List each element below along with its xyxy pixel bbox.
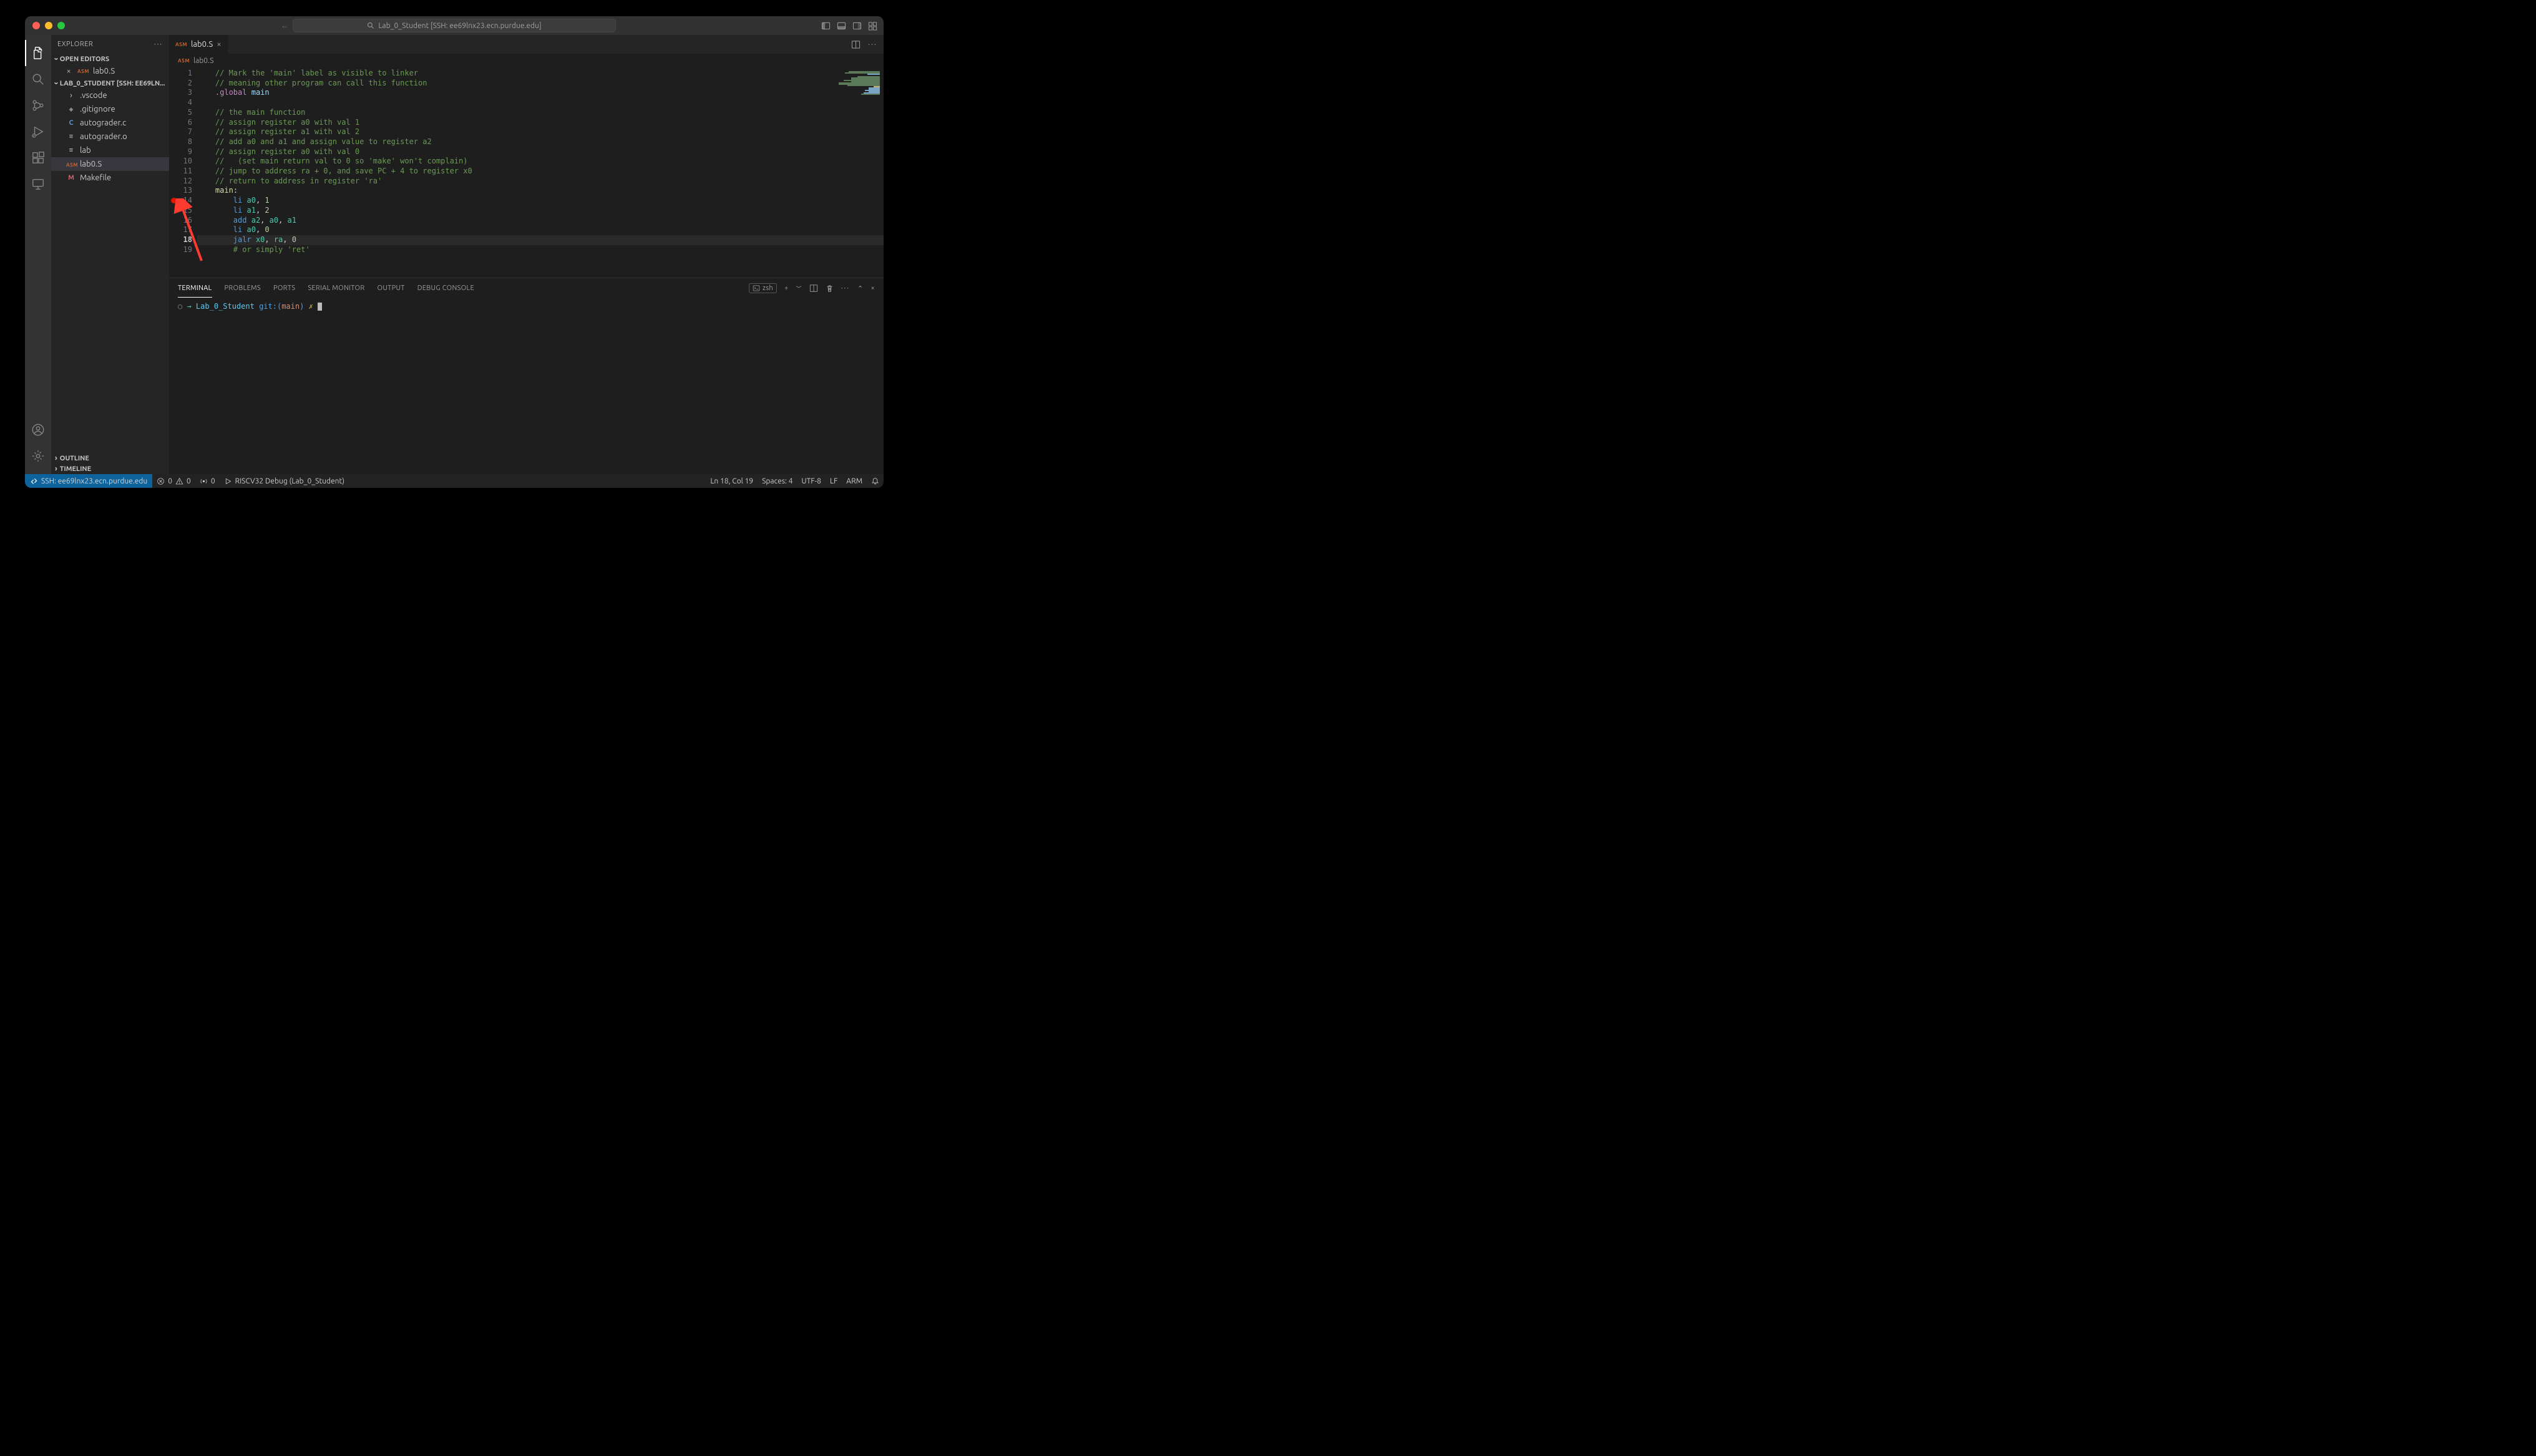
eol-status[interactable]: LF bbox=[826, 477, 842, 485]
error-icon bbox=[157, 477, 165, 485]
editor-area: ASM lab0.S × ··· ASM lab0.S 123456789101… bbox=[169, 35, 884, 474]
folder-icon: › bbox=[66, 91, 76, 100]
chevron-right-icon bbox=[55, 454, 57, 462]
file-tree-item[interactable]: MMakefile bbox=[51, 171, 169, 185]
kill-terminal-icon[interactable] bbox=[826, 284, 834, 293]
file-icon: M bbox=[66, 174, 76, 182]
asm-file-icon: ASM bbox=[175, 42, 187, 47]
close-panel-icon[interactable]: × bbox=[871, 284, 875, 292]
split-editor-icon[interactable] bbox=[851, 40, 861, 49]
file-icon: ≡ bbox=[66, 133, 76, 140]
settings-button[interactable] bbox=[25, 443, 51, 469]
file-tree-item[interactable]: ≡autograder.o bbox=[51, 130, 169, 143]
open-editors-section[interactable]: OPEN EDITORS bbox=[51, 54, 169, 64]
close-window-button[interactable] bbox=[32, 22, 40, 29]
debug-icon bbox=[224, 477, 232, 485]
source-control-view-button[interactable] bbox=[25, 92, 51, 119]
panel-tab-problems[interactable]: PROBLEMS bbox=[225, 279, 261, 297]
file-tree-item[interactable]: ≡lab bbox=[51, 143, 169, 157]
file-tree-item[interactable]: Cautograder.c bbox=[51, 116, 169, 130]
extensions-view-button[interactable] bbox=[25, 145, 51, 171]
ports-status[interactable]: 0 bbox=[195, 477, 220, 485]
editor-tabbar: ASM lab0.S × ··· bbox=[169, 35, 884, 54]
language-mode-status[interactable]: ARM bbox=[842, 477, 867, 485]
terminal-icon bbox=[753, 284, 760, 292]
panel-tabs: TERMINAL PROBLEMS PORTS SERIAL MONITOR OUTPU… bbox=[169, 278, 884, 298]
titlebar: ← → Lab_0_Student [SSH: ee69lnx23.ecn.pu… bbox=[25, 16, 884, 35]
sidebar-title: EXPLORER bbox=[57, 41, 93, 48]
chevron-down-icon bbox=[55, 79, 57, 87]
file-tree-item[interactable]: ›.vscode bbox=[51, 89, 169, 102]
sidebar-more-icon[interactable]: ··· bbox=[154, 41, 163, 48]
breadcrumb[interactable]: ASM lab0.S bbox=[169, 54, 884, 67]
command-center[interactable]: Lab_0_Student [SSH: ee69lnx23.ecn.purdue… bbox=[293, 19, 616, 32]
outline-section[interactable]: OUTLINE bbox=[51, 453, 169, 463]
warning-icon bbox=[175, 477, 183, 485]
explorer-view-button[interactable] bbox=[25, 40, 51, 66]
statusbar: SSH: ee69lnx23.ecn.purdue.edu 0 0 0 RISC… bbox=[25, 474, 884, 488]
encoding-status[interactable]: UTF-8 bbox=[797, 477, 825, 485]
asm-file-icon: ASM bbox=[77, 69, 89, 74]
folder-section[interactable]: LAB_0_STUDENT [SSH: EE69LN... bbox=[51, 78, 169, 89]
panel-tab-serial-monitor[interactable]: SERIAL MONITOR bbox=[308, 279, 364, 297]
panel-tab-debug-console[interactable]: DEBUG CONSOLE bbox=[417, 279, 474, 297]
run-debug-view-button[interactable] bbox=[25, 119, 51, 145]
traffic-lights bbox=[32, 22, 65, 29]
terminal-dropdown-icon[interactable]: ﹀ bbox=[796, 284, 802, 293]
terminal-cursor bbox=[318, 303, 322, 311]
maximize-panel-icon[interactable]: ⌃ bbox=[857, 284, 864, 293]
open-editor-item[interactable]: × ASM lab0.S bbox=[51, 64, 169, 78]
radio-icon bbox=[200, 477, 208, 485]
cursor-position-status[interactable]: Ln 18, Col 19 bbox=[706, 477, 758, 485]
command-center-label: Lab_0_Student [SSH: ee69lnx23.ecn.purdue… bbox=[378, 22, 541, 30]
close-tab-icon[interactable]: × bbox=[217, 40, 221, 49]
file-icon: ◆ bbox=[66, 106, 76, 113]
debug-config-status[interactable]: RISCV32 Debug (Lab_0_Student) bbox=[220, 477, 349, 485]
toggle-primary-sidebar-icon[interactable] bbox=[821, 21, 831, 31]
minimize-window-button[interactable] bbox=[45, 22, 52, 29]
chevron-down-icon bbox=[55, 55, 57, 63]
bell-icon bbox=[871, 477, 879, 485]
customize-layout-icon[interactable] bbox=[868, 21, 877, 31]
panel: TERMINAL PROBLEMS PORTS SERIAL MONITOR OUTPU… bbox=[169, 278, 884, 474]
search-icon bbox=[367, 22, 374, 29]
new-terminal-button[interactable]: + bbox=[784, 284, 789, 292]
timeline-section[interactable]: TIMELINE bbox=[51, 463, 169, 474]
toggle-panel-icon[interactable] bbox=[837, 21, 846, 31]
editor-more-icon[interactable]: ··· bbox=[868, 41, 877, 49]
toggle-secondary-sidebar-icon[interactable] bbox=[852, 21, 862, 31]
file-tree-item[interactable]: ASMlab0.S bbox=[51, 157, 169, 171]
chevron-right-icon bbox=[55, 465, 57, 473]
nav-back-button[interactable]: ← bbox=[281, 21, 288, 30]
file-icon: C bbox=[66, 119, 76, 127]
terminal[interactable]: ○ → Lab_0_Student git:(main) ✗ bbox=[169, 298, 884, 474]
remote-icon bbox=[30, 477, 38, 485]
file-icon: ≡ bbox=[66, 147, 76, 154]
maximize-window-button[interactable] bbox=[57, 22, 65, 29]
notifications-status[interactable] bbox=[867, 477, 884, 485]
search-view-button[interactable] bbox=[25, 66, 51, 92]
panel-tab-ports[interactable]: PORTS bbox=[273, 279, 295, 297]
vscode-window: ← → Lab_0_Student [SSH: ee69lnx23.ecn.pu… bbox=[25, 16, 884, 488]
accounts-button[interactable] bbox=[25, 417, 51, 443]
code-editor[interactable]: 12345678910111213141516171819 // Mark th… bbox=[169, 67, 884, 278]
split-terminal-icon[interactable] bbox=[809, 284, 818, 293]
panel-more-icon[interactable]: ··· bbox=[841, 284, 850, 292]
terminal-shell-selector[interactable]: zsh bbox=[749, 283, 777, 293]
asm-file-icon: ASM bbox=[178, 58, 190, 64]
indentation-status[interactable]: Spaces: 4 bbox=[758, 477, 797, 485]
explorer-sidebar: EXPLORER ··· OPEN EDITORS × ASM lab0.S L… bbox=[51, 35, 169, 474]
panel-tab-output[interactable]: OUTPUT bbox=[378, 279, 405, 297]
file-tree-item[interactable]: ◆.gitignore bbox=[51, 102, 169, 116]
activity-bar bbox=[25, 35, 51, 474]
file-icon: ASM bbox=[66, 160, 76, 168]
remote-indicator[interactable]: SSH: ee69lnx23.ecn.purdue.edu bbox=[25, 474, 152, 488]
panel-tab-terminal[interactable]: TERMINAL bbox=[178, 279, 212, 298]
remote-explorer-view-button[interactable] bbox=[25, 171, 51, 197]
close-editor-icon[interactable]: × bbox=[64, 67, 74, 75]
problems-status[interactable]: 0 0 bbox=[152, 477, 195, 485]
editor-tab[interactable]: ASM lab0.S × bbox=[169, 35, 228, 54]
